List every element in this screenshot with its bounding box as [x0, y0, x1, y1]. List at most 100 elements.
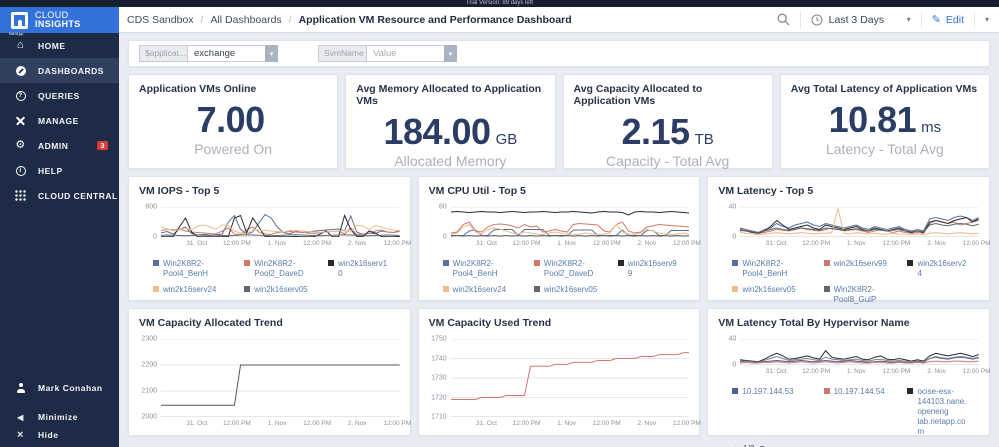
user-icon [16, 383, 25, 393]
dashboards-icon [15, 65, 26, 76]
time-range-value: Last 3 Days [828, 13, 885, 26]
chart-plot[interactable] [451, 339, 690, 417]
clock-icon [811, 13, 823, 26]
chevron-down-icon[interactable]: ▾ [444, 45, 457, 62]
kpi-avg-capacity: Avg Capacity Allocated to Application VM… [562, 74, 773, 169]
legend-item[interactable]: win2k16serv10 [328, 259, 400, 279]
chevron-down-icon: ▾ [906, 15, 911, 24]
vm-capacity-allocated-card: VM Capacity Allocated Trend 2300 2200 2100… [128, 308, 411, 436]
filter-svmname[interactable]: SvmName Value ▾ [318, 45, 457, 62]
minimize-icon: ◀ [17, 412, 24, 422]
time-range-picker[interactable]: Last 3 Days ▾ [811, 14, 911, 26]
edit-button[interactable]: ✎ Edit [931, 13, 964, 27]
legend-item[interactable]: Win2K8R2-Pool2_DaveD [244, 259, 328, 279]
filter-application-input[interactable]: exchange [187, 45, 265, 62]
x-axis: 31. Oct 12:00 PM 1. Nov 12:00 PM 2. Nov 12:00… [765, 368, 991, 375]
legend-item[interactable]: win2k16serv24 [907, 259, 979, 279]
legend-swatch [153, 260, 159, 266]
minimize-button[interactable]: ◀ Minimize [0, 408, 119, 426]
legend-item[interactable]: Win2K8R2-Pool4_BenH [732, 259, 823, 279]
legend-swatch [533, 260, 540, 266]
filter-svmname-input[interactable]: Value [366, 45, 444, 62]
chart-plot[interactable] [161, 207, 400, 237]
legend-item[interactable]: Win2K8R2-Pool4_BenH [153, 259, 244, 279]
kpi-subtitle: Allocated Memory [394, 153, 507, 169]
vm-latency-card: VM Latency - Top 5 40 0 31. Oct 12:00 PM 1. … [707, 176, 991, 304]
chart-row-1: VM IOPS - Top 5 600 0 31. Oct 12:00 PM 1. No… [128, 176, 991, 304]
legend-item[interactable]: ocise-esx-144103.nane.openeng lab.netapp… [907, 387, 979, 437]
legend-item[interactable]: Win2K8R2-Pool8_GulP [823, 285, 908, 305]
legend-item[interactable]: 10.197.144.53 [732, 387, 823, 437]
legend-swatch [533, 286, 540, 292]
y-axis: 1750 1740 1730 1720 1710 [431, 335, 447, 421]
hide-button[interactable]: × Hide [0, 426, 119, 444]
y-axis: 40 0 [728, 203, 737, 241]
vm-capacity-allocated-chart: 2300 2200 2100 2000 31. Oct 12:00 PM 1. Nov 12:… [139, 336, 411, 430]
legend-swatch [153, 286, 159, 292]
x-axis: 31. Oct 12:00 PM 1. Nov 12:00 PM 2. Nov 12:00… [475, 240, 701, 247]
chart-plot[interactable] [161, 339, 400, 417]
sidebar-item-cloud-central[interactable]: CLOUD CENTRAL [0, 183, 119, 208]
legend-item[interactable]: win2k16serv05 [244, 285, 328, 295]
more-actions-dropdown[interactable]: ▾ [985, 15, 989, 24]
search-icon[interactable] [777, 13, 790, 26]
sidebar-item-dashboards[interactable]: DASHBOARDS [0, 58, 119, 83]
sidebar-item-home[interactable]: ⌂ HOME [0, 33, 119, 58]
user-menu[interactable]: Mark Conahan [0, 379, 119, 397]
x-axis: 31. Oct 12:00 PM 1. Nov 12:00 PM 2. Nov 12:00… [475, 420, 701, 427]
legend-item[interactable]: Win2K8R2-Pool4_BenH [442, 259, 534, 279]
sidebar-footer: Mark Conahan ◀ Minimize × Hide [0, 379, 119, 444]
sidebar-item-manage[interactable]: MANAGE [0, 108, 119, 133]
queries-icon: ? [15, 90, 26, 101]
y-axis: 60 0 [438, 203, 447, 241]
legend-item[interactable]: win2k16serv99 [823, 259, 908, 279]
trial-banner: Trial Version: 89 days left [0, 0, 999, 7]
x-axis: 31. Oct 12:00 PM 1. Nov 12:00 PM 2. Nov 12:00… [186, 240, 412, 247]
legend-swatch [442, 260, 449, 266]
help-icon: i [15, 165, 26, 176]
top-header: CDS Sandbox / All Dashboards / Applicati… [119, 7, 999, 33]
legend-item[interactable]: win2k16serv05 [533, 285, 618, 295]
legend-item[interactable]: win2k16serv24 [442, 285, 534, 295]
kpi-vms-online: Application VMs Online 7.00 Powered On [128, 74, 339, 169]
kpi-row: Application VMs Online 7.00 Powered On A… [128, 74, 990, 169]
vm-capacity-used-chart: 1750 1740 1730 1720 1710 31. Oct 12:00 PM 1. No… [429, 335, 701, 430]
legend-item[interactable]: Win2K8R2-Pool2_DaveD [533, 259, 618, 279]
sidebar-item-queries[interactable]: ? QUERIES [0, 83, 119, 108]
chart-legend: Win2K8R2-Pool4_BenH win2k16serv99 win2k16s… [732, 259, 979, 305]
legend-swatch [617, 260, 624, 266]
y-axis: 600 0 [145, 203, 157, 241]
brand-line2: INSIGHTS [35, 19, 81, 29]
breadcrumb-dashboards[interactable]: All Dashboards [210, 14, 281, 26]
legend-item[interactable]: win2k16serv05 [732, 285, 823, 305]
legend-item[interactable]: 10.197.144.54 [823, 387, 908, 437]
breadcrumb-tenant[interactable]: CDS Sandbox [127, 14, 194, 26]
chevron-down-icon[interactable]: ▾ [265, 45, 278, 62]
vm-capacity-used-card: VM Capacity Used Trend 1750 1740 1730 1720 1… [417, 308, 701, 436]
app-logo[interactable]: NetApp CLOUD INSIGHTS [0, 7, 119, 36]
vm-cpu-chart: 60 0 31. Oct 12:00 PM 1. Nov 12:00 PM 2. Nov 12… [429, 203, 701, 295]
sidebar-item-admin[interactable]: ⚙ ADMIN 3 [0, 133, 119, 158]
breadcrumb: CDS Sandbox / All Dashboards / Applicati… [127, 13, 572, 26]
legend-item[interactable]: win2k16serv99 [617, 259, 690, 279]
legend-swatch [442, 286, 449, 292]
chart-legend: 10.197.144.53 10.197.144.54 ocise-esx-1441… [732, 387, 979, 437]
kpi-value: 184.00 [383, 111, 491, 152]
legend-swatch [732, 286, 739, 292]
kpi-subtitle: Capacity - Total Avg [606, 153, 730, 169]
filter-application[interactable]: $applicat... exchange ▾ [139, 45, 278, 62]
kpi-avg-memory: Avg Memory Allocated to Application VMs … [345, 74, 556, 169]
legend-item[interactable]: win2k16serv24 [153, 285, 244, 295]
pencil-icon: ✎ [931, 14, 941, 26]
chart-plot[interactable] [740, 207, 979, 237]
legend-swatch [907, 388, 914, 394]
sidebar: ⌂ HOME DASHBOARDS ? QUERIES MANAGE ⚙ ADM… [0, 33, 119, 447]
chart-plot[interactable] [451, 207, 690, 237]
legend-swatch [732, 260, 739, 266]
sidebar-item-help[interactable]: i HELP [0, 158, 119, 183]
vm-latency-chart: 40 0 31. Oct 12:00 PM 1. Nov 12:00 PM 2. Nov 12… [718, 203, 991, 305]
y-axis: 40 0 [728, 335, 737, 369]
manage-icon [16, 116, 26, 126]
legend-swatch [328, 260, 335, 266]
chart-plot[interactable] [740, 339, 979, 365]
